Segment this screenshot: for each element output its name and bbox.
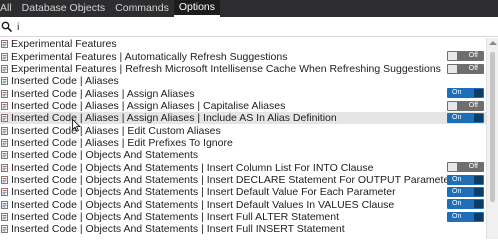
scrollbar[interactable] <box>486 38 498 239</box>
mouse-pointer-icon <box>72 119 81 132</box>
option-icon <box>1 151 8 160</box>
option-label: Experimental Features <box>11 38 117 51</box>
toggle-state-label: On <box>452 175 462 183</box>
option-row[interactable]: Inserted Code | Objects And Statements <box>0 149 486 161</box>
scroll-thumb[interactable] <box>490 52 495 202</box>
option-row[interactable]: Inserted Code | Objects And Statements |… <box>0 186 486 198</box>
toggle-switch[interactable]: On <box>447 174 484 185</box>
option-row[interactable]: Experimental Features | Refresh Microsof… <box>0 63 486 75</box>
toggle-switch[interactable]: Off <box>447 51 484 62</box>
option-label: Inserted Code | Aliases | Assign Aliases… <box>11 112 337 125</box>
option-label: Inserted Code | Aliases | Assign Aliases <box>11 87 195 100</box>
toggle-state-label: Off <box>468 64 478 72</box>
toggle-state-label: On <box>452 200 462 208</box>
option-icon <box>1 225 8 234</box>
toggle-state-label: On <box>452 212 462 220</box>
option-icon <box>1 40 8 49</box>
option-label: Inserted Code | Aliases | Edit Custom Al… <box>11 124 221 137</box>
toggle-switch[interactable]: Off <box>447 63 484 74</box>
option-label: Inserted Code | Aliases | Assign Aliases… <box>11 99 286 112</box>
option-icon <box>1 52 8 61</box>
toggle-switch[interactable]: Off <box>447 100 484 111</box>
option-row[interactable]: Inserted Code | Aliases | Edit Prefixes … <box>0 137 486 149</box>
toggle-knob <box>474 89 483 98</box>
toggle-knob <box>448 163 457 172</box>
tab-options[interactable]: Options <box>173 0 221 17</box>
option-label: Inserted Code | Objects And Statements |… <box>11 161 374 174</box>
option-row[interactable]: Inserted Code | Aliases | Assign Aliases… <box>0 100 486 112</box>
toggle-switch[interactable]: On <box>447 88 484 99</box>
option-row[interactable]: Experimental Features | Automatically Re… <box>0 50 486 63</box>
toggle-switch[interactable]: On <box>447 199 484 210</box>
toggle-switch[interactable]: On <box>447 113 484 124</box>
option-icon <box>1 200 8 209</box>
toggle-knob <box>474 212 483 221</box>
option-label: Inserted Code | Objects And Statements |… <box>11 173 459 186</box>
option-label: Experimental Features | Automatically Re… <box>11 50 288 63</box>
option-row[interactable]: Experimental Features <box>0 38 486 50</box>
option-icon <box>1 77 8 86</box>
option-label: Inserted Code | Aliases <box>11 75 119 88</box>
option-icon <box>1 101 8 110</box>
option-row[interactable]: Inserted Code | Objects And Statements |… <box>0 161 486 174</box>
toggle-state-label: On <box>452 188 462 196</box>
option-row[interactable]: Inserted Code | Objects And Statements |… <box>0 174 486 186</box>
option-label: Experimental Features | Refresh Microsof… <box>11 62 441 75</box>
option-row[interactable]: Inserted Code | Aliases | Assign Aliases… <box>0 87 486 100</box>
tab-all[interactable]: All <box>0 0 17 17</box>
tab-commands[interactable]: Commands <box>110 0 174 17</box>
search-icon <box>1 21 13 33</box>
option-icon <box>1 89 8 98</box>
option-label: Inserted Code | Objects And Statements <box>11 149 199 162</box>
option-icon <box>1 139 8 147</box>
toggle-knob <box>474 175 483 184</box>
toggle-switch[interactable]: Off <box>447 162 484 173</box>
search-input[interactable] <box>13 18 413 35</box>
toggle-state-label: On <box>452 89 462 97</box>
option-icon <box>1 176 8 184</box>
toggle-state-label: Off <box>468 52 478 60</box>
toggle-knob <box>474 114 483 123</box>
toggle-knob <box>474 188 483 197</box>
option-row[interactable]: Inserted Code | Objects And Statements |… <box>0 211 486 223</box>
toggle-knob <box>448 101 457 110</box>
toggle-switch[interactable]: On <box>447 211 484 222</box>
option-icon <box>1 64 8 73</box>
toggle-knob <box>474 200 483 209</box>
option-label: Inserted Code | Objects And Statements |… <box>11 198 395 211</box>
toggle-state-label: Off <box>468 163 478 171</box>
toggle-knob <box>448 64 457 73</box>
scroll-up-arrow-icon[interactable] <box>489 41 497 45</box>
toggle-switch[interactable]: On <box>447 187 484 198</box>
toggle-state-label: On <box>452 114 462 122</box>
option-row[interactable]: Inserted Code | Objects And Statements |… <box>0 223 486 235</box>
option-icon <box>1 188 8 197</box>
options-list: Experimental Features Experimental Featur… <box>0 38 486 239</box>
search-bar <box>0 17 498 37</box>
option-icon <box>1 114 8 123</box>
option-icon <box>1 163 8 172</box>
tab-database-objects[interactable]: Database Objects <box>17 0 110 17</box>
option-label: Inserted Code | Objects And Statements |… <box>11 186 396 199</box>
toggle-knob <box>448 52 457 61</box>
option-label: Inserted Code | Objects And Statements |… <box>11 210 340 223</box>
option-label: Inserted Code | Aliases | Edit Prefixes … <box>11 136 233 149</box>
option-icon <box>1 126 8 135</box>
option-row[interactable]: Inserted Code | Aliases <box>0 75 486 87</box>
toggle-state-label: Off <box>468 101 478 109</box>
option-row[interactable]: Inserted Code | Objects And Statements |… <box>0 198 486 211</box>
option-label: Inserted Code | Objects And Statements |… <box>11 223 345 236</box>
tab-bar: All Database Objects Commands Options <box>0 0 498 17</box>
option-icon <box>1 213 8 221</box>
